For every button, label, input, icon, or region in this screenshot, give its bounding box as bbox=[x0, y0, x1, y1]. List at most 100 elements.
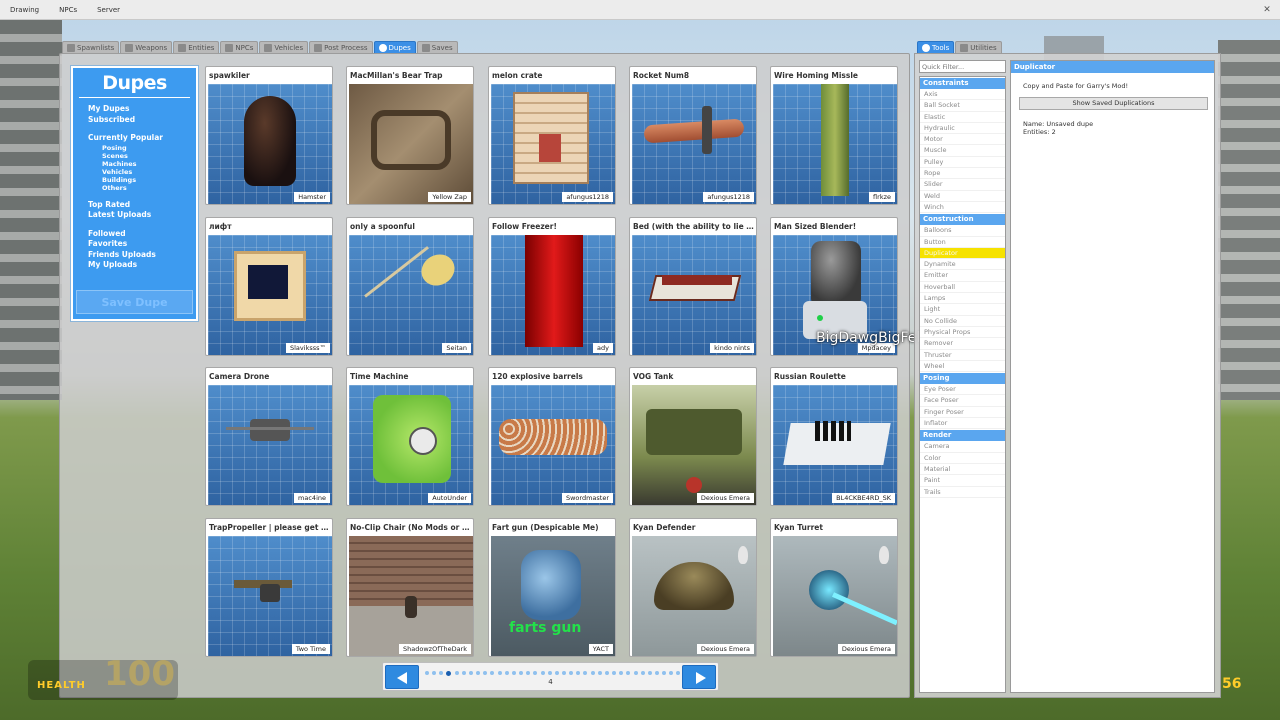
page-dot[interactable] bbox=[590, 671, 595, 675]
tool-item[interactable]: Slider bbox=[920, 179, 1005, 191]
tool-category-header[interactable]: Construction bbox=[920, 214, 1005, 226]
page-dot[interactable] bbox=[647, 671, 652, 675]
dupe-card[interactable]: Kyan Defender Dexious Emera bbox=[629, 518, 757, 657]
page-dot[interactable] bbox=[468, 671, 473, 675]
nav-scenes[interactable]: Scenes bbox=[73, 152, 196, 160]
nav-others[interactable]: Others bbox=[73, 184, 196, 192]
tool-category-header[interactable]: Render bbox=[920, 430, 1005, 442]
tool-item[interactable]: Trails bbox=[920, 487, 1005, 498]
page-dot[interactable] bbox=[446, 671, 452, 676]
tool-item[interactable]: Hoverball bbox=[920, 282, 1005, 294]
next-page-button[interactable] bbox=[682, 665, 716, 689]
page-dot[interactable] bbox=[619, 671, 624, 675]
dupe-card[interactable]: Time Machine AutoUnder bbox=[346, 367, 474, 506]
tool-item[interactable]: Camera bbox=[920, 441, 1005, 453]
show-saved-duplications-button[interactable]: Show Saved Duplications bbox=[1019, 97, 1208, 110]
nav-my-dupes[interactable]: My Dupes bbox=[73, 104, 196, 115]
tool-item[interactable]: Rope bbox=[920, 168, 1005, 180]
tool-item[interactable]: Light bbox=[920, 304, 1005, 316]
nav-buildings[interactable]: Buildings bbox=[73, 176, 196, 184]
dupe-card[interactable]: spawkiler Hamster bbox=[205, 66, 333, 205]
dupe-card[interactable]: лифт Slaviksss™ bbox=[205, 217, 333, 356]
page-dot[interactable] bbox=[633, 671, 638, 675]
dupe-card[interactable]: 120 explosive barrels Swordmaster bbox=[488, 367, 616, 506]
dupe-card[interactable]: Wire Homing Missle flrkze bbox=[770, 66, 898, 205]
page-dot[interactable] bbox=[676, 671, 681, 675]
page-dot[interactable] bbox=[569, 671, 574, 675]
menu-server[interactable]: Server bbox=[87, 6, 130, 14]
page-dot[interactable] bbox=[583, 671, 588, 675]
page-dot[interactable] bbox=[526, 671, 531, 675]
dupe-card[interactable]: Camera Drone mac4ine bbox=[205, 367, 333, 506]
tool-item[interactable]: Dynamite bbox=[920, 259, 1005, 271]
tool-item[interactable]: Inflator bbox=[920, 418, 1005, 430]
page-dot[interactable] bbox=[439, 671, 444, 675]
dupe-card[interactable]: Kyan Turret Dexious Emera bbox=[770, 518, 898, 657]
page-dot[interactable] bbox=[655, 671, 659, 675]
tool-item[interactable]: Eye Poser bbox=[920, 384, 1005, 396]
tool-item[interactable]: Ball Socket bbox=[920, 100, 1005, 112]
nav-followed[interactable]: Followed bbox=[73, 229, 196, 240]
dupe-card[interactable]: Follow Freezer! ady bbox=[488, 217, 616, 356]
dupe-card[interactable]: melon crate afungus1218 bbox=[488, 66, 616, 205]
nav-top-rated[interactable]: Top Rated bbox=[73, 200, 196, 211]
tool-item[interactable]: Material bbox=[920, 464, 1005, 476]
nav-friends-uploads[interactable]: Friends Uploads bbox=[73, 250, 196, 261]
page-dot[interactable] bbox=[547, 671, 552, 675]
tool-item[interactable]: No Collide bbox=[920, 316, 1005, 327]
page-dot[interactable] bbox=[454, 671, 459, 675]
nav-posing[interactable]: Posing bbox=[73, 144, 196, 152]
tool-item[interactable]: Lamps bbox=[920, 293, 1005, 305]
tool-item[interactable]: Finger Poser bbox=[920, 407, 1005, 419]
page-dot[interactable] bbox=[519, 671, 524, 675]
page-dot[interactable] bbox=[604, 671, 609, 675]
nav-currently-popular[interactable]: Currently Popular bbox=[73, 133, 196, 144]
dupe-card[interactable]: Rocket Num8 afungus1218 bbox=[629, 66, 757, 205]
nav-latest-uploads[interactable]: Latest Uploads bbox=[73, 210, 196, 221]
page-dot[interactable] bbox=[540, 671, 545, 675]
tool-item[interactable]: Hydraulic bbox=[920, 123, 1005, 135]
page-dot[interactable] bbox=[554, 671, 559, 675]
tool-item[interactable]: Remover bbox=[920, 338, 1005, 350]
nav-my-uploads[interactable]: My Uploads bbox=[73, 260, 196, 271]
dupe-card[interactable]: TrapPropeller | please get thi... Two Ti… bbox=[205, 518, 333, 657]
tool-item[interactable]: Pulley bbox=[920, 157, 1005, 169]
menu-drawing[interactable]: Drawing bbox=[0, 6, 49, 14]
close-icon[interactable]: ✕ bbox=[1260, 3, 1274, 17]
tool-item[interactable]: Duplicator bbox=[920, 247, 1005, 260]
tool-item[interactable]: Wheel bbox=[920, 361, 1005, 373]
tool-category-header[interactable]: Posing bbox=[920, 373, 1005, 385]
tool-item[interactable]: Muscle bbox=[920, 145, 1005, 157]
page-dot[interactable] bbox=[669, 671, 674, 675]
dupe-card[interactable]: No-Clip Chair (No Mods or Th... ShadowzO… bbox=[346, 518, 474, 657]
nav-vehicles[interactable]: Vehicles bbox=[73, 168, 196, 176]
page-dot[interactable] bbox=[626, 671, 631, 675]
tool-item[interactable]: Paint bbox=[920, 475, 1005, 487]
page-dot[interactable] bbox=[612, 671, 617, 675]
page-dot[interactable] bbox=[640, 671, 645, 675]
tool-item[interactable]: Button bbox=[920, 237, 1005, 248]
dupe-card[interactable]: Fart gun (Despicable Me) farts gun YACT bbox=[488, 518, 616, 657]
tool-item[interactable]: Thruster bbox=[920, 350, 1005, 361]
page-dot[interactable] bbox=[497, 671, 502, 675]
dupe-card[interactable]: VOG Tank Dexious Emera bbox=[629, 367, 757, 506]
tool-item[interactable]: Winch bbox=[920, 202, 1005, 214]
page-dot[interactable] bbox=[576, 671, 581, 675]
page-dot[interactable] bbox=[597, 671, 602, 675]
tool-item[interactable]: Weld bbox=[920, 191, 1005, 202]
tool-item[interactable]: Elastic bbox=[920, 112, 1005, 123]
page-dot[interactable] bbox=[511, 671, 516, 675]
tool-item[interactable]: Axis bbox=[920, 89, 1005, 101]
nav-subscribed[interactable]: Subscribed bbox=[73, 115, 196, 126]
quick-filter-input[interactable] bbox=[919, 60, 1006, 73]
nav-machines[interactable]: Machines bbox=[73, 160, 196, 168]
page-dot[interactable] bbox=[662, 671, 667, 675]
page-dot[interactable] bbox=[533, 671, 538, 675]
dupe-card[interactable]: only a spoonful Seitan bbox=[346, 217, 474, 356]
tool-item[interactable]: Emitter bbox=[920, 270, 1005, 282]
page-dot[interactable] bbox=[476, 671, 481, 675]
tool-item[interactable]: Color bbox=[920, 453, 1005, 464]
tool-category-header[interactable]: Constraints bbox=[920, 78, 1005, 89]
dupe-card[interactable]: MacMillan's Bear Trap Yellow Zap bbox=[346, 66, 474, 205]
tool-item[interactable]: Motor bbox=[920, 134, 1005, 146]
